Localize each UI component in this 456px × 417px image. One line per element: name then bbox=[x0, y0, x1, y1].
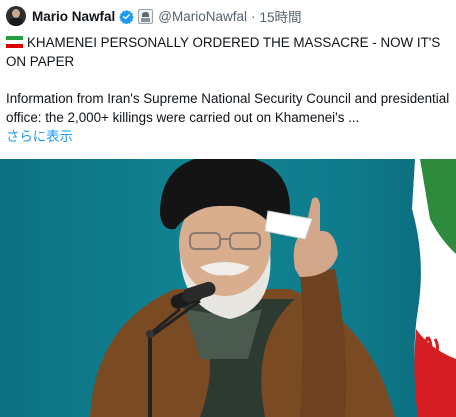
post-headline: KHAMENEI PERSONALLY ORDERED THE MASSACRE… bbox=[6, 33, 446, 71]
post-header: Mario Nawfal @MarioNawfal · 15時間 bbox=[32, 6, 302, 26]
post-photo[interactable] bbox=[0, 159, 456, 417]
post-time[interactable]: 15時間 bbox=[260, 6, 302, 26]
author-handle[interactable]: @MarioNawfal bbox=[158, 9, 247, 24]
show-more-link[interactable]: さらに表示 bbox=[6, 127, 73, 146]
avatar[interactable] bbox=[6, 6, 26, 26]
iran-flag-icon bbox=[6, 36, 23, 48]
headline-text: KHAMENEI PERSONALLY ORDERED THE MASSACRE… bbox=[6, 35, 441, 69]
affiliate-badge-icon[interactable] bbox=[138, 8, 154, 24]
verified-check-icon bbox=[119, 9, 135, 24]
author-name[interactable]: Mario Nawfal bbox=[32, 9, 115, 24]
post-body: Information from Iran's Supreme National… bbox=[6, 91, 450, 125]
separator-dot: · bbox=[251, 8, 256, 24]
